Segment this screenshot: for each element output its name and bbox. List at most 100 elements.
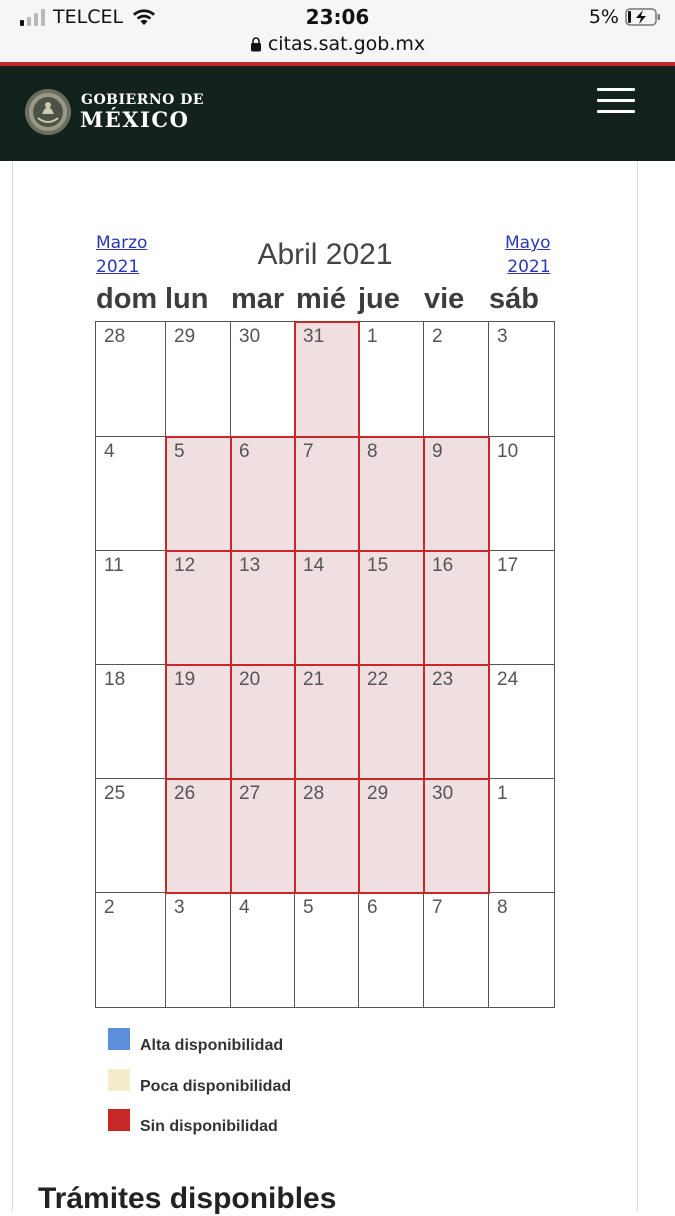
calendar-day[interactable]: 24 — [488, 664, 555, 779]
calendar-day[interactable]: 18 — [95, 664, 166, 779]
day-number: 16 — [432, 555, 454, 576]
calendar-day[interactable]: 7 — [423, 892, 489, 1008]
calendar-day[interactable]: 6 — [358, 892, 424, 1008]
calendar-day[interactable]: 10 — [488, 436, 555, 551]
url-text: citas.sat.gob.mx — [267, 33, 426, 55]
calendar-day[interactable]: 6 — [230, 436, 295, 551]
calendar-day[interactable]: 7 — [294, 436, 359, 551]
weekday-3: mié — [296, 283, 346, 315]
next-month-year: 2021 — [507, 257, 551, 277]
calendar-day[interactable]: 13 — [230, 550, 295, 665]
calendar-day[interactable]: 29 — [165, 321, 231, 437]
day-number: 7 — [303, 441, 314, 462]
day-number: 10 — [497, 441, 519, 462]
day-number: 3 — [497, 326, 508, 347]
day-number: 27 — [239, 783, 261, 804]
calendar-day[interactable]: 28 — [294, 778, 359, 893]
battery-percent: 5% — [588, 6, 619, 28]
legend-label: Sin disponibilidad — [140, 1118, 278, 1135]
day-number: 26 — [174, 783, 196, 804]
calendar-day[interactable]: 4 — [95, 436, 166, 551]
day-number: 11 — [104, 555, 124, 576]
site-header: GOBIERNO DE MÉXICO — [0, 66, 675, 161]
calendar-day[interactable]: 20 — [230, 664, 295, 779]
day-number: 14 — [303, 555, 325, 576]
calendar-day[interactable]: 3 — [165, 892, 231, 1008]
calendar-day[interactable]: 5 — [165, 436, 231, 551]
calendar-day[interactable]: 26 — [165, 778, 231, 893]
day-number: 5 — [303, 897, 314, 918]
legend-swatch — [108, 1109, 130, 1131]
calendar-day[interactable]: 9 — [423, 436, 489, 551]
day-number: 6 — [239, 441, 250, 462]
day-number: 19 — [174, 669, 196, 690]
day-number: 3 — [174, 897, 185, 918]
day-number: 24 — [497, 669, 519, 690]
calendar-day[interactable]: 8 — [488, 892, 555, 1008]
legend-label: Poca disponibilidad — [140, 1078, 292, 1095]
month-title: Abril 2021 — [257, 238, 393, 271]
day-number: 7 — [432, 897, 443, 918]
calendar-day[interactable]: 2 — [423, 321, 489, 437]
calendar-day[interactable]: 1 — [358, 321, 424, 437]
day-number: 6 — [367, 897, 378, 918]
day-number: 28 — [303, 783, 325, 804]
calendar-day[interactable]: 25 — [95, 778, 166, 893]
weekday-1: lun — [165, 283, 209, 315]
day-number: 5 — [174, 441, 185, 462]
calendar-grid: 28 29 30 31 1 2 3 4 5 6 7 8 9 10 11 12 13 14 15 16 17 18 19 20 2… — [95, 321, 555, 1008]
section-heading: Trámites disponibles — [38, 1182, 337, 1215]
day-number: 1 — [367, 326, 378, 347]
calendar-day[interactable]: 4 — [230, 892, 295, 1008]
day-number: 17 — [497, 555, 519, 576]
legend-item: Alta disponibilidad — [108, 1023, 283, 1055]
weekday-0: dom — [96, 283, 158, 315]
address-bar[interactable]: citas.sat.gob.mx — [0, 33, 675, 55]
calendar-day[interactable]: 3 — [488, 321, 555, 437]
legend-swatch — [108, 1069, 130, 1091]
calendar-day[interactable]: 5 — [294, 892, 359, 1008]
day-number: 13 — [239, 555, 261, 576]
calendar-day[interactable]: 14 — [294, 550, 359, 665]
calendar-day[interactable]: 29 — [358, 778, 424, 893]
calendar-day[interactable]: 16 — [423, 550, 489, 665]
weekday-6: sáb — [489, 283, 539, 315]
legend-swatch — [108, 1028, 130, 1050]
calendar-day[interactable]: 30 — [423, 778, 489, 893]
day-number: 23 — [432, 669, 454, 690]
day-number: 29 — [174, 326, 196, 347]
weekday-4: jue — [358, 283, 400, 315]
day-number: 8 — [367, 441, 378, 462]
weekday-5: vie — [424, 283, 465, 315]
calendar-day[interactable]: 19 — [165, 664, 231, 779]
calendar-day[interactable]: 17 — [488, 550, 555, 665]
day-number: 18 — [104, 669, 126, 690]
calendar-day[interactable]: 2 — [95, 892, 166, 1008]
next-month-link[interactable]: Mayo 2021 — [505, 231, 551, 279]
calendar-day[interactable]: 8 — [358, 436, 424, 551]
hamburger-menu-icon[interactable] — [597, 88, 635, 114]
day-number: 25 — [104, 783, 126, 804]
calendar-day[interactable]: 27 — [230, 778, 295, 893]
next-month-name: Mayo — [505, 233, 551, 253]
calendar-day[interactable]: 28 — [95, 321, 166, 437]
day-number: 2 — [104, 897, 115, 918]
day-number: 22 — [367, 669, 389, 690]
calendar-day[interactable]: 12 — [165, 550, 231, 665]
calendar-day[interactable]: 23 — [423, 664, 489, 779]
calendar-day[interactable]: 1 — [488, 778, 555, 893]
calendar-day[interactable]: 21 — [294, 664, 359, 779]
day-number: 12 — [174, 555, 196, 576]
day-number: 30 — [239, 326, 261, 347]
brand-bottom: MÉXICO — [80, 107, 190, 132]
status-bar: TELCEL 23:06 5% citas.sat.gob.mx — [0, 0, 675, 62]
day-number: 21 — [303, 669, 325, 690]
calendar-day[interactable]: 22 — [358, 664, 424, 779]
day-number: 28 — [104, 326, 126, 347]
calendar-day[interactable]: 31 — [294, 321, 359, 437]
calendar-day[interactable]: 15 — [358, 550, 424, 665]
mexico-seal-icon[interactable] — [24, 88, 72, 136]
calendar-day[interactable]: 11 — [95, 550, 166, 665]
day-number: 30 — [432, 783, 454, 804]
calendar-day[interactable]: 30 — [230, 321, 295, 437]
